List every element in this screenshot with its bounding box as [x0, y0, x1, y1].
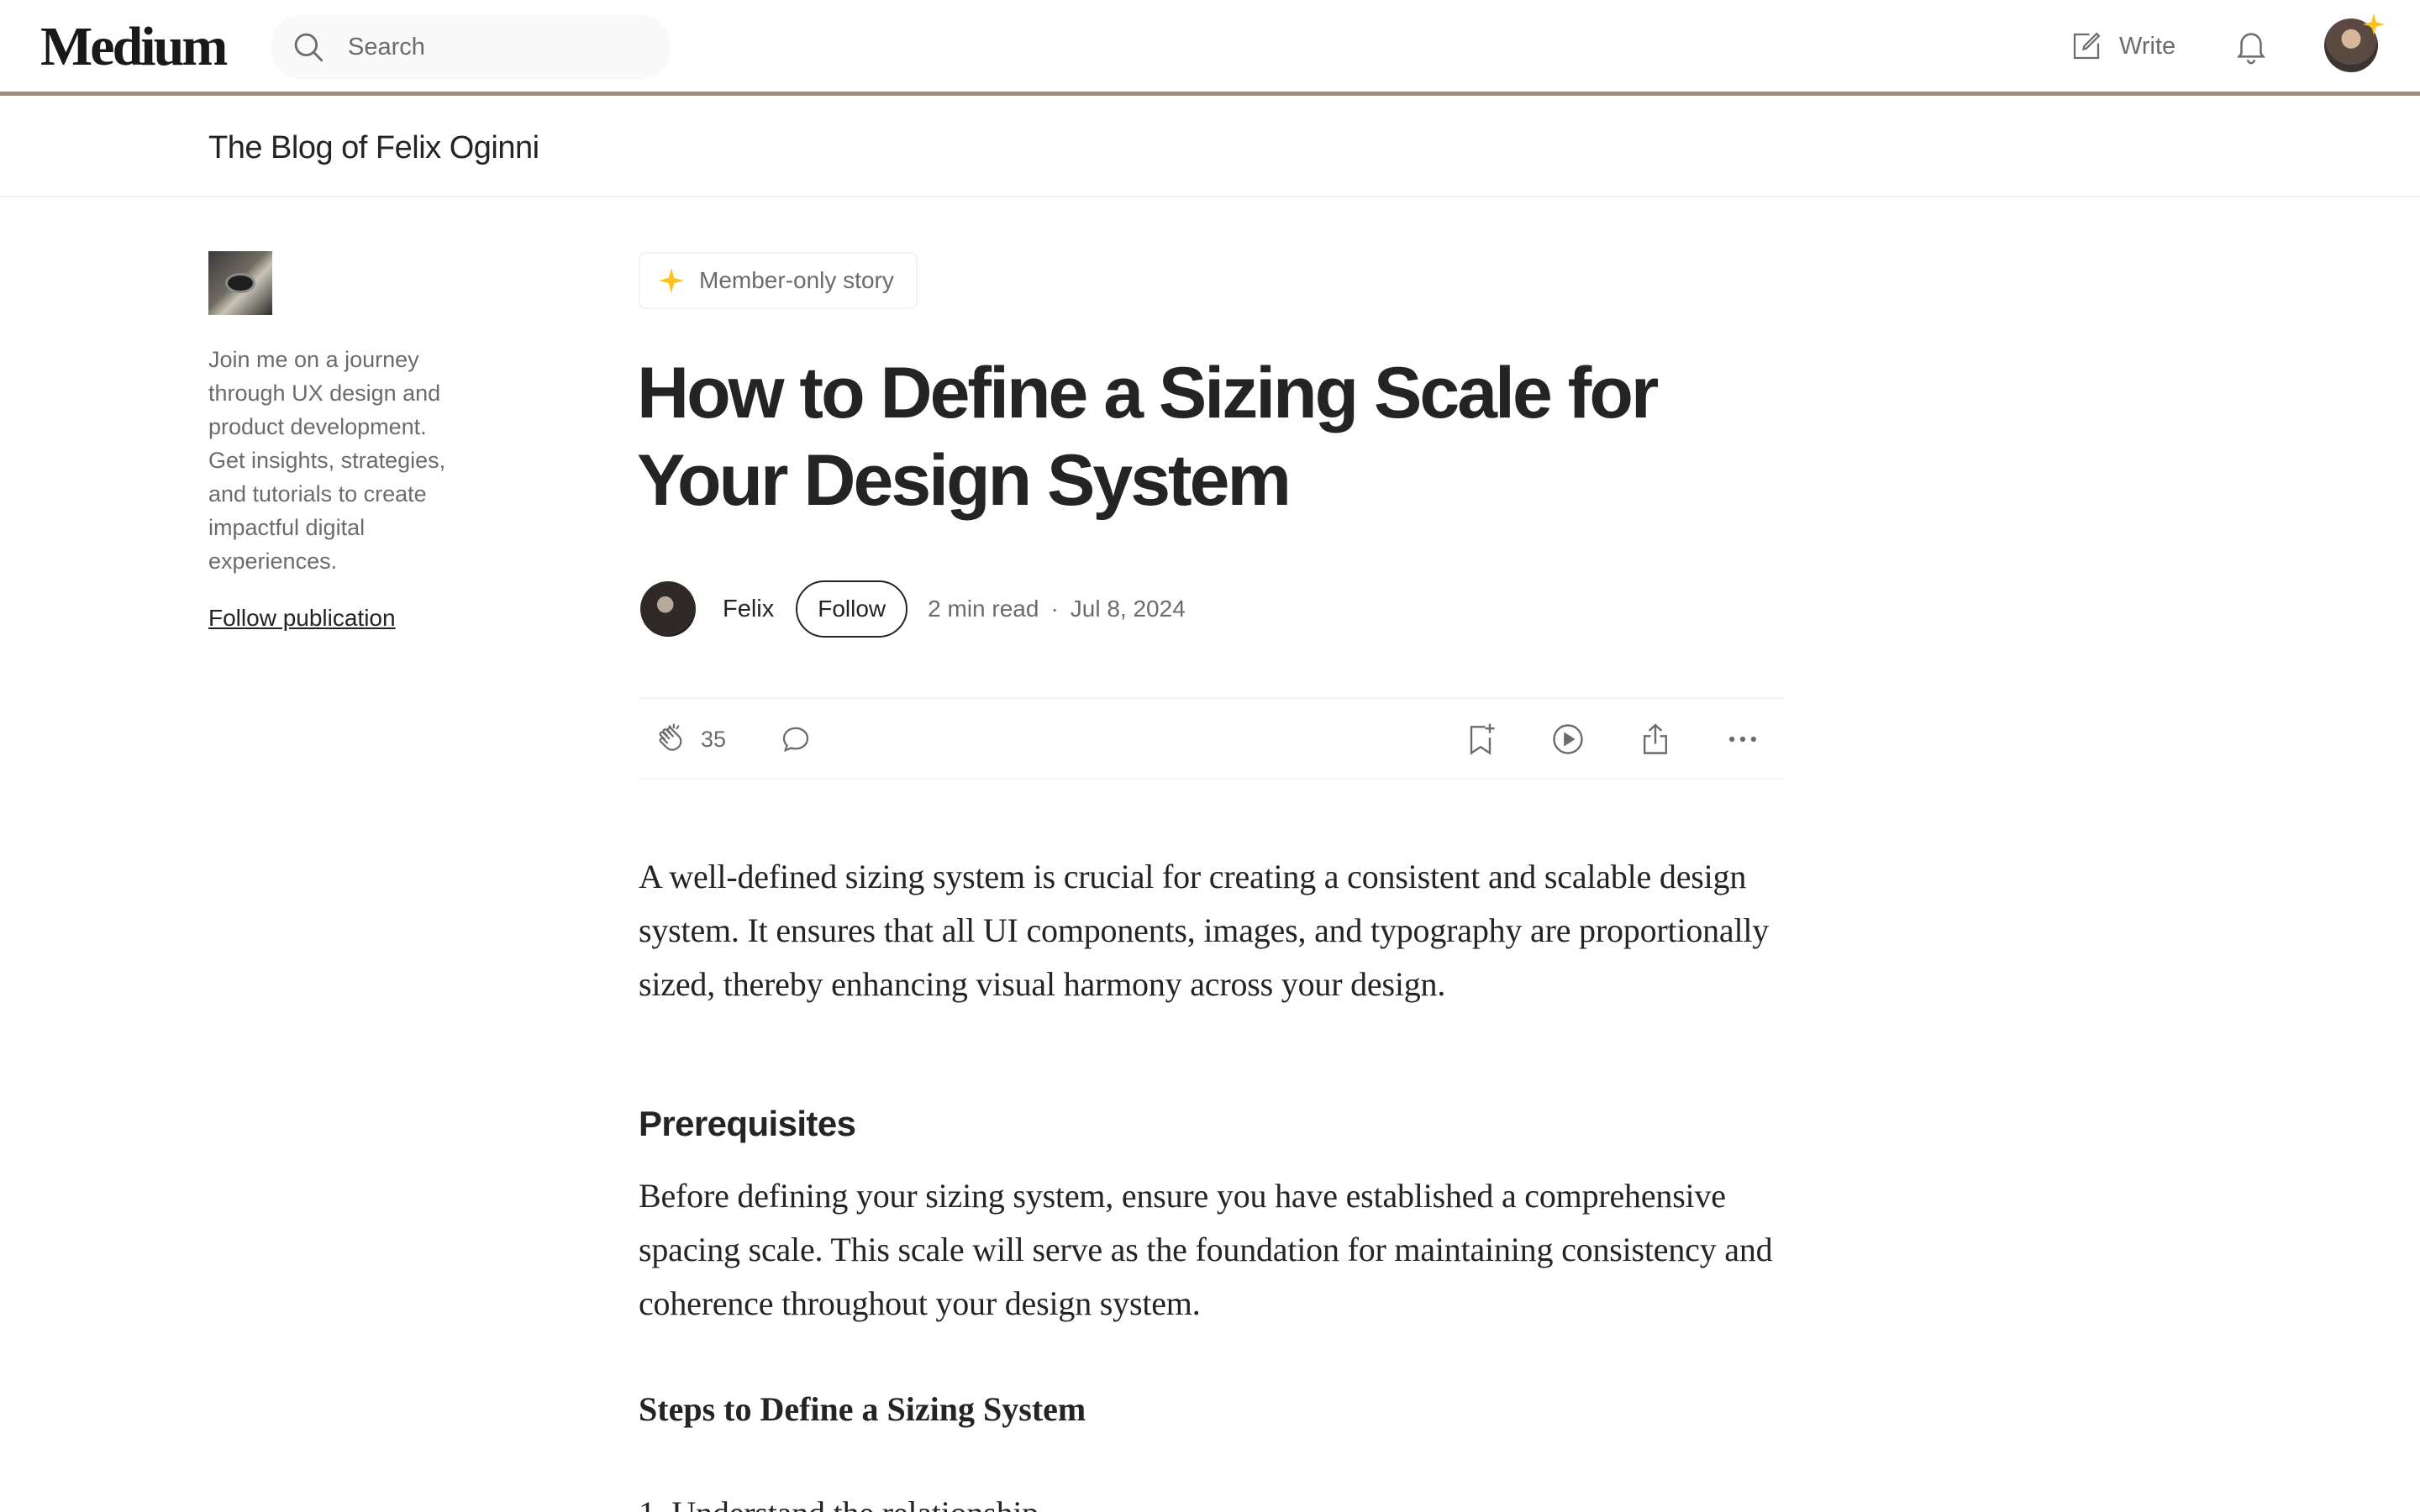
- read-time: 2 min read: [928, 596, 1039, 622]
- article-paragraph: A well-defined sizing system is crucial …: [639, 858, 1770, 1003]
- write-icon: [2073, 32, 2101, 60]
- more-dots-icon: [1729, 736, 1756, 743]
- publication-bar: The Blog of Felix Oginni: [0, 100, 2420, 197]
- more-options-button[interactable]: [1724, 717, 1761, 761]
- publication-description: Join me on a journey through UX design a…: [208, 347, 446, 574]
- search-input[interactable]: [348, 29, 650, 65]
- member-only-label: Member-only story: [699, 267, 894, 293]
- meta-separator: ·: [1050, 596, 1059, 622]
- article-meta: 2 min read · Jul 8, 2024: [928, 596, 1186, 622]
- bookmark-button[interactable]: [1462, 717, 1499, 761]
- notifications-button[interactable]: [2232, 25, 2270, 70]
- publication-logo[interactable]: [208, 251, 272, 315]
- author-name[interactable]: Felix: [723, 596, 774, 623]
- search-icon: [294, 33, 324, 62]
- share-button[interactable]: [1637, 717, 1674, 761]
- section-heading-steps: Steps to Define a Sizing System: [639, 1390, 1086, 1428]
- comment-button[interactable]: [778, 717, 813, 761]
- author-row: Felix Follow 2 min read · Jul 8, 2024: [640, 580, 1186, 638]
- publication-title[interactable]: The Blog of Felix Oginni: [208, 130, 539, 166]
- medium-logo[interactable]: Medium: [40, 17, 228, 77]
- follow-author-button[interactable]: Follow: [796, 580, 908, 638]
- sparkle-icon: [659, 268, 684, 293]
- member-only-badge: Member-only story: [639, 252, 918, 309]
- search-bar[interactable]: [271, 14, 671, 80]
- follow-publication-link[interactable]: Follow publication: [208, 605, 396, 632]
- section-heading-prerequisites: Prerequisites: [639, 1104, 856, 1143]
- article-paragraph: Before defining your sizing system, ensu…: [639, 1177, 1773, 1322]
- play-icon: [1553, 724, 1583, 754]
- listen-button[interactable]: [1549, 717, 1586, 761]
- publish-date: Jul 8, 2024: [1070, 596, 1186, 622]
- bookmark-add-icon: [1470, 723, 1495, 755]
- top-nav: Medium Write: [0, 0, 2420, 96]
- article-paragraph: 1. Understand the relationship: [639, 1487, 1783, 1512]
- article-action-bar: 35: [639, 697, 1783, 780]
- clap-button[interactable]: 35: [654, 717, 726, 761]
- bell-icon: [2237, 33, 2265, 65]
- write-label: Write: [2119, 32, 2176, 60]
- share-icon: [1643, 723, 1668, 754]
- author-avatar[interactable]: [640, 581, 696, 637]
- clap-icon: [659, 723, 682, 751]
- comment-icon: [782, 727, 809, 752]
- write-button[interactable]: Write: [2069, 25, 2175, 67]
- article-title: How to Define a Sizing Scale for Your De…: [637, 353, 1659, 521]
- user-avatar[interactable]: [2324, 13, 2385, 72]
- member-star-icon: [2363, 13, 2385, 35]
- clap-count: 35: [701, 726, 727, 752]
